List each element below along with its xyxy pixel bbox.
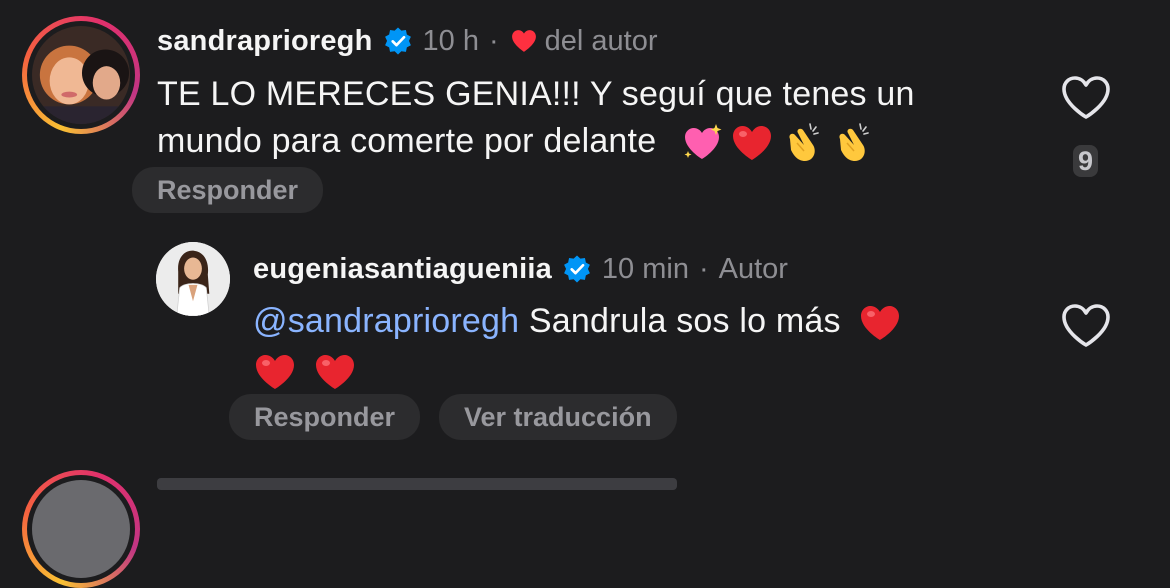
clipped-comment-header: [157, 478, 677, 490]
red-heart-emoji: [253, 350, 297, 394]
reply-username[interactable]: eugeniasantiagueniia: [253, 252, 552, 286]
comment-avatar[interactable]: [22, 470, 140, 588]
avatar-photo: [32, 480, 130, 578]
avatar-photo: [156, 242, 230, 316]
meta-separator: ·: [488, 25, 499, 57]
reply-text: @sandraprioregh Sandrula sos lo más: [253, 298, 902, 394]
comment-header: sandraprioregh 10 h · del autor: [157, 24, 658, 58]
reply-text-line: Sandrula sos lo más: [528, 302, 841, 340]
comment-avatar[interactable]: [22, 16, 140, 134]
author-liked-heart-icon: [511, 29, 537, 53]
red-heart-emoji: [730, 121, 774, 165]
author-label: Autor: [718, 253, 788, 285]
reply-avatar[interactable]: [156, 242, 230, 316]
red-heart-emoji: [858, 301, 902, 345]
avatar-photo: [32, 26, 130, 124]
like-count: 9: [1073, 145, 1099, 177]
see-translation-button[interactable]: Ver traducción: [439, 394, 677, 440]
comment-timestamp: 10 h: [422, 25, 479, 57]
comment-text-line: mundo para comerte por delante: [157, 122, 657, 160]
reply-timestamp: 10 min: [601, 253, 689, 285]
like-heart-icon[interactable]: [1060, 302, 1112, 350]
red-heart-emoji: [313, 350, 357, 394]
clapping-hands-emoji: [780, 121, 824, 165]
verified-badge-icon: [562, 254, 592, 284]
comment-text-line: TE LO MERECES GENIA!!! Y seguí que tenes…: [157, 75, 915, 113]
like-heart-icon[interactable]: [1060, 74, 1112, 122]
reply-button[interactable]: Responder: [229, 394, 421, 440]
comment-text: TE LO MERECES GENIA!!! Y seguí que tenes…: [157, 71, 915, 165]
reply-button[interactable]: Responder: [132, 167, 324, 213]
verified-badge-icon: [383, 26, 413, 56]
author-like-label: del autor: [544, 25, 658, 57]
comment-username[interactable]: sandraprioregh: [157, 24, 373, 58]
reply-header: eugeniasantiagueniia 10 min · Autor: [253, 252, 788, 286]
sparkling-heart-emoji: [680, 121, 724, 165]
clapping-hands-emoji: [830, 121, 874, 165]
mention-link[interactable]: @sandraprioregh: [253, 302, 519, 340]
meta-separator: ·: [698, 253, 709, 285]
